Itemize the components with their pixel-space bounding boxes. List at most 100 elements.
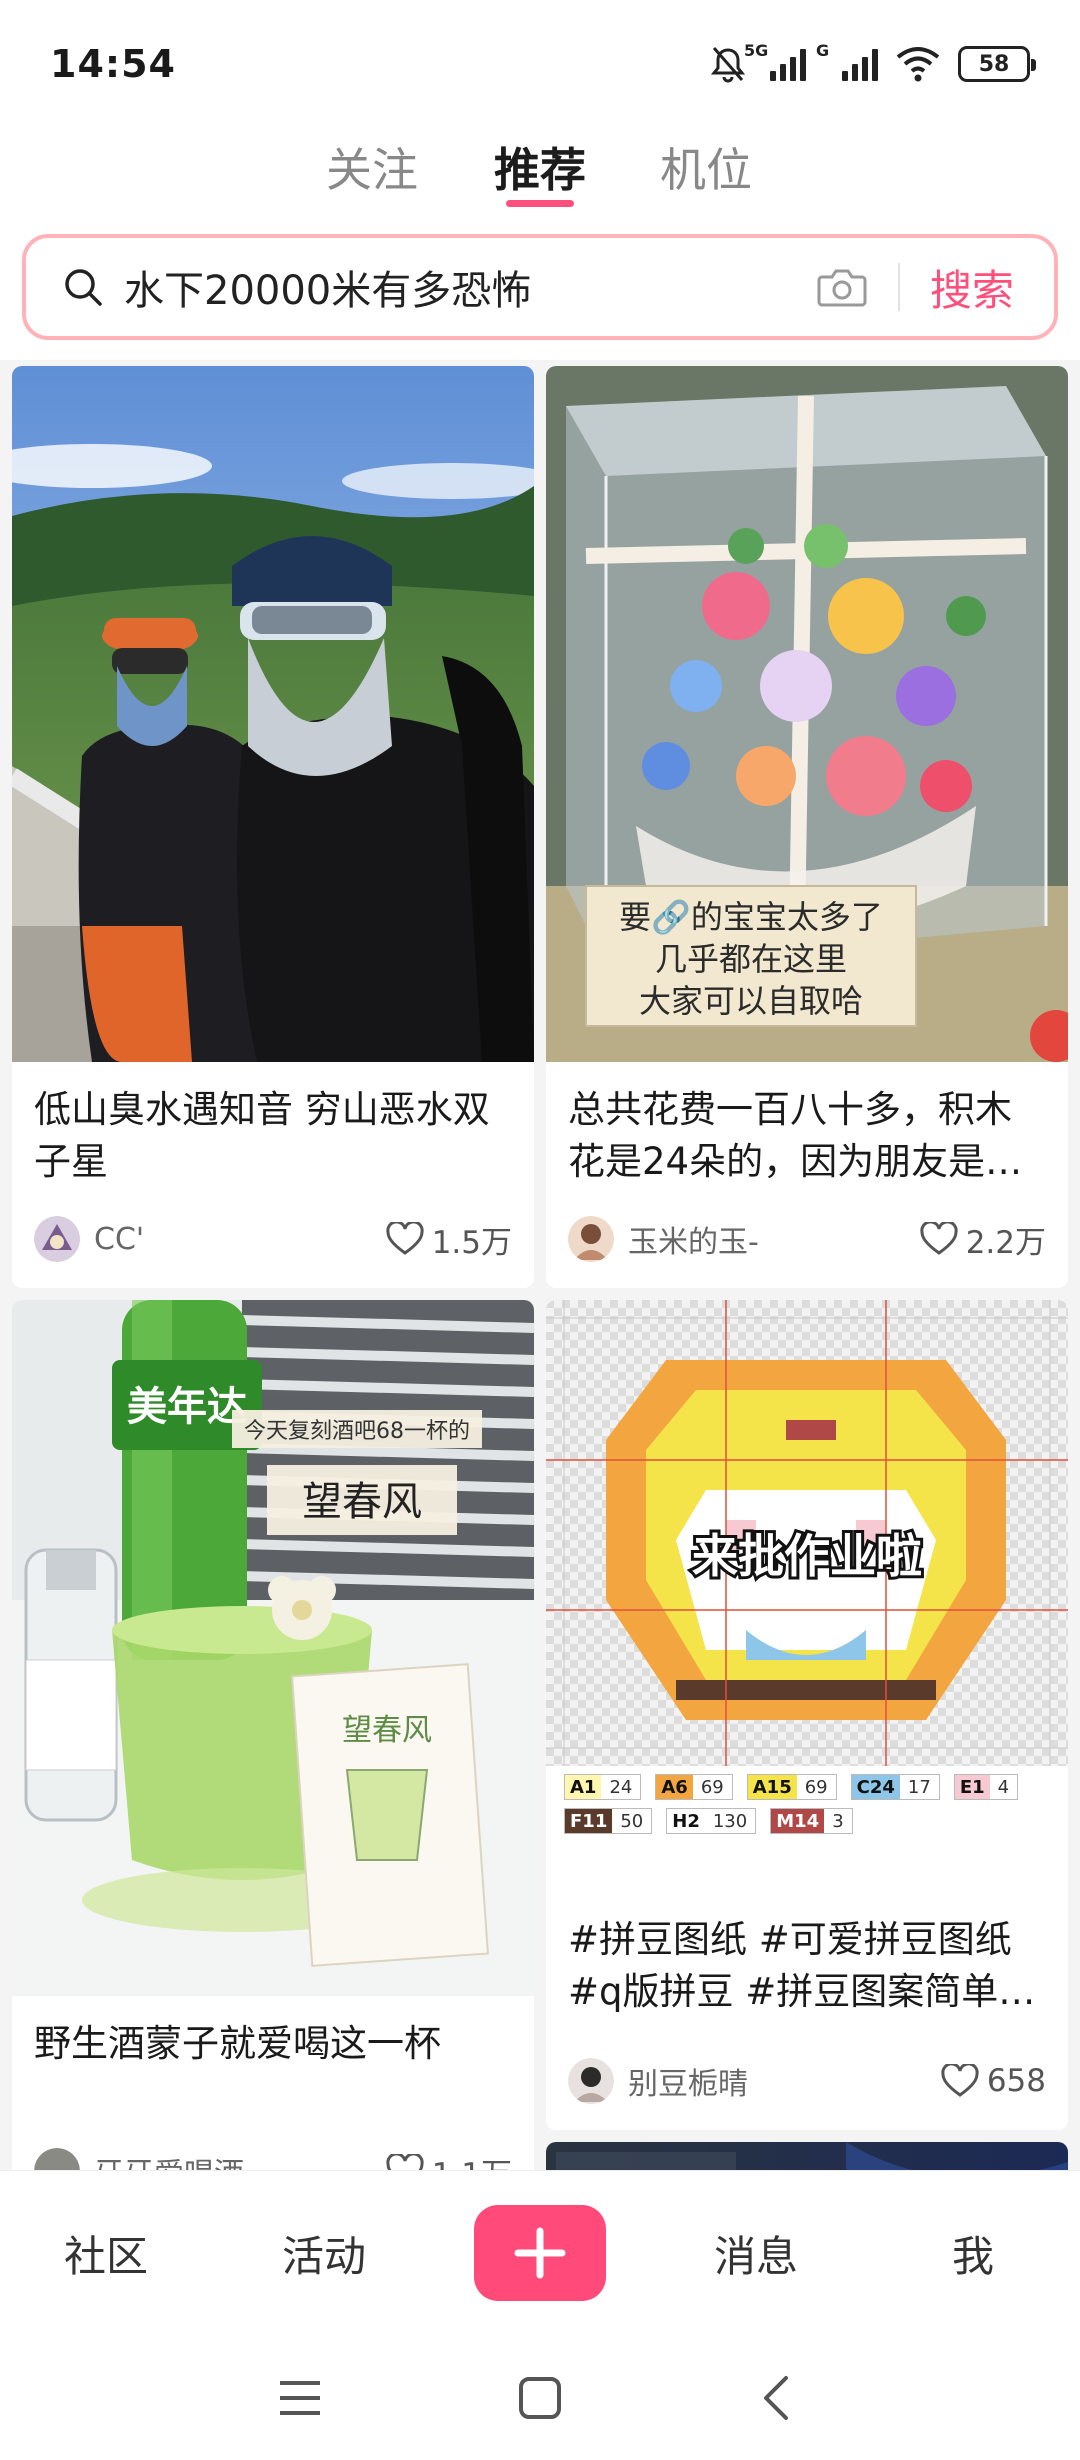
card-meta: 别豆栀晴 658 bbox=[568, 2056, 1046, 2106]
author-name[interactable]: CC' bbox=[94, 1222, 386, 1257]
legend-chip: H2 130 bbox=[666, 1808, 757, 1834]
like-count[interactable]: 1.5万 bbox=[386, 1217, 512, 1262]
legend-count: 4 bbox=[997, 1776, 1010, 1798]
feed-card[interactable]: 美年达 望春风 今天复刻酒吧68一杯的 望春风 野生酒蒙子就爱喝这一杯 bbox=[12, 1300, 534, 2170]
like-count[interactable]: 2.2万 bbox=[920, 1217, 1046, 1262]
signal-5g-icon: 5G bbox=[744, 41, 806, 81]
overlay-text: 来批作业啦 bbox=[692, 1529, 922, 1583]
legend-code: E1 bbox=[954, 1775, 990, 1799]
author-avatar[interactable] bbox=[568, 1216, 614, 1262]
overlay-line-1: 要🔗的宝宝太多了 bbox=[619, 898, 883, 936]
active-tab-indicator bbox=[506, 200, 574, 207]
author-name[interactable]: 玉米的玉- bbox=[628, 1217, 920, 1261]
card-title: 野生酒蒙子就爱喝这一杯 bbox=[34, 2022, 441, 2065]
overlay-line-1: 今天复刻酒吧68一杯的 bbox=[244, 1419, 470, 1444]
heart-icon bbox=[386, 2154, 424, 2170]
card-meta: CC' 1.5万 bbox=[34, 1214, 512, 1264]
like-number: 658 bbox=[986, 2063, 1046, 2099]
card-image-drink: 美年达 望春风 今天复刻酒吧68一杯的 望春风 bbox=[12, 1300, 534, 1996]
search-icon bbox=[65, 269, 102, 306]
tab-follow[interactable]: 关注 bbox=[326, 134, 418, 200]
legend-chip: M14 3 bbox=[770, 1808, 853, 1834]
legend-code: C24 bbox=[851, 1775, 900, 1799]
legend-code: A15 bbox=[747, 1775, 797, 1799]
nav-me[interactable]: 我 bbox=[952, 2223, 994, 2284]
author-name[interactable]: 别豆栀晴 bbox=[628, 2059, 941, 2103]
nav-community[interactable]: 社区 bbox=[64, 2223, 148, 2284]
author-avatar[interactable] bbox=[34, 1216, 80, 1262]
like-count[interactable]: 658 bbox=[941, 2063, 1046, 2099]
like-number: 2.2万 bbox=[965, 1224, 1046, 1261]
legend-chip: A1 24 bbox=[564, 1774, 642, 1800]
legend-count: 69 bbox=[700, 1776, 724, 1798]
hikers-photo bbox=[12, 366, 534, 1062]
feed-card[interactable]: 低山臭水遇知音 穷山恶水双子星 CC' 1.5万 bbox=[12, 366, 534, 1288]
heart-icon bbox=[920, 1222, 958, 1255]
card-image-bead-pattern: 来批作业啦 bbox=[546, 1300, 1068, 1766]
feed-grid: 低山臭水遇知音 穷山恶水双子星 CC' 1.5万 要🔗的宝宝太多了 几乎都在这里… bbox=[0, 360, 1080, 2170]
legend-code: F11 bbox=[565, 1809, 613, 1833]
author-name[interactable]: 牙牙爱喝酒 bbox=[94, 2149, 386, 2170]
app-screen: 14:54 5G G 58 关注 推荐 机位 水下20000米有多恐怖 搜索 低… bbox=[0, 0, 1080, 2460]
overlay-line-2: 几乎都在这里 bbox=[655, 940, 847, 978]
card-image-flower-box: 要🔗的宝宝太多了 几乎都在这里 大家可以自取哈 bbox=[546, 366, 1068, 1062]
drink-photo: 美年达 望春风 今天复刻酒吧68一杯的 望春风 bbox=[12, 1300, 534, 1996]
search-input[interactable]: 水下20000米有多恐怖 搜索 bbox=[22, 234, 1058, 340]
legend-count: 24 bbox=[609, 1776, 633, 1798]
back-icon[interactable] bbox=[760, 2374, 792, 2422]
tab-recommend[interactable]: 推荐 bbox=[494, 134, 586, 200]
tab-spots[interactable]: 机位 bbox=[660, 134, 752, 200]
feed-card[interactable] bbox=[546, 2142, 1068, 2170]
legend-chip: C24 17 bbox=[850, 1774, 940, 1800]
legend-count: 130 bbox=[712, 1810, 748, 1832]
card-title: #拼豆图纸 #可爱拼豆图纸 #q版拼豆 #拼豆图案简单… bbox=[568, 1918, 1036, 2013]
home-icon[interactable] bbox=[518, 2376, 562, 2420]
nav-messages[interactable]: 消息 bbox=[714, 2223, 798, 2284]
like-number: 1.1万 bbox=[432, 2149, 512, 2171]
legend-count: 50 bbox=[620, 1810, 644, 1832]
like-count[interactable]: 1.1万 bbox=[386, 2149, 512, 2171]
signal-g-icon: G bbox=[816, 41, 878, 81]
author-avatar[interactable] bbox=[568, 2058, 614, 2104]
game-screenshot bbox=[546, 2142, 1068, 2170]
feed-card[interactable]: 来批作业啦 A1 24 A6 69 A15 69 C24 17 E1 4 F11 50 H2 130 M14… bbox=[546, 1300, 1068, 2130]
card-meta: 牙牙爱喝酒 1.1万 bbox=[34, 2146, 512, 2170]
flower-box-photo: 要🔗的宝宝太多了 几乎都在这里 大家可以自取哈 bbox=[546, 366, 1068, 1062]
overlay-line-2: 望春风 bbox=[302, 1479, 422, 1525]
nav-activity[interactable]: 活动 bbox=[282, 2223, 366, 2284]
legend-chip: F11 50 bbox=[564, 1808, 653, 1834]
legend-chip: E1 4 bbox=[953, 1774, 1019, 1800]
status-icons: 5G G 58 bbox=[708, 41, 1036, 86]
feed-card[interactable]: 要🔗的宝宝太多了 几乎都在这里 大家可以自取哈 总共花费一百八十多，积木花是24… bbox=[546, 366, 1068, 1288]
top-tabs: 关注 推荐 机位 bbox=[0, 120, 1080, 230]
card-title: 总共花费一百八十多，积木花是24朵的，因为朋友是… bbox=[568, 1088, 1023, 1183]
wifi-icon bbox=[896, 47, 940, 82]
search-divider bbox=[897, 263, 900, 311]
author-avatar[interactable] bbox=[34, 2148, 80, 2170]
status-time: 14:54 bbox=[50, 42, 176, 86]
bead-legend: A1 24 A6 69 A15 69 C24 17 E1 4 F11 50 H2 130 M14 3 bbox=[564, 1774, 1050, 1834]
legend-chip: A6 69 bbox=[655, 1774, 733, 1800]
card-image-game bbox=[546, 2142, 1068, 2170]
bottle-brand: 美年达 bbox=[127, 1384, 247, 1430]
legend-count: 17 bbox=[907, 1776, 931, 1798]
status-bar: 14:54 5G G 58 bbox=[0, 0, 1080, 120]
search-area: 水下20000米有多恐怖 搜索 bbox=[0, 230, 1080, 360]
like-number: 1.5万 bbox=[431, 1224, 512, 1261]
heart-icon bbox=[386, 1222, 424, 1255]
create-post-button[interactable] bbox=[474, 2205, 606, 2301]
search-button[interactable]: 搜索 bbox=[930, 257, 1014, 318]
menu-icon[interactable] bbox=[278, 2378, 322, 2418]
legend-code: H2 bbox=[667, 1809, 705, 1833]
bead-pattern: 来批作业啦 bbox=[546, 1300, 1068, 1766]
camera-icon[interactable] bbox=[816, 265, 868, 309]
mute-bell-icon bbox=[710, 47, 746, 83]
card-image-hikers bbox=[12, 366, 534, 1062]
legend-count: 69 bbox=[804, 1776, 828, 1798]
plus-icon bbox=[514, 2227, 566, 2279]
battery-icon: 58 bbox=[958, 46, 1036, 82]
system-nav-bar bbox=[0, 2330, 1080, 2460]
overlay-line-3: 大家可以自取哈 bbox=[639, 982, 863, 1020]
legend-code: A6 bbox=[656, 1775, 693, 1799]
legend-code: M14 bbox=[771, 1809, 825, 1833]
